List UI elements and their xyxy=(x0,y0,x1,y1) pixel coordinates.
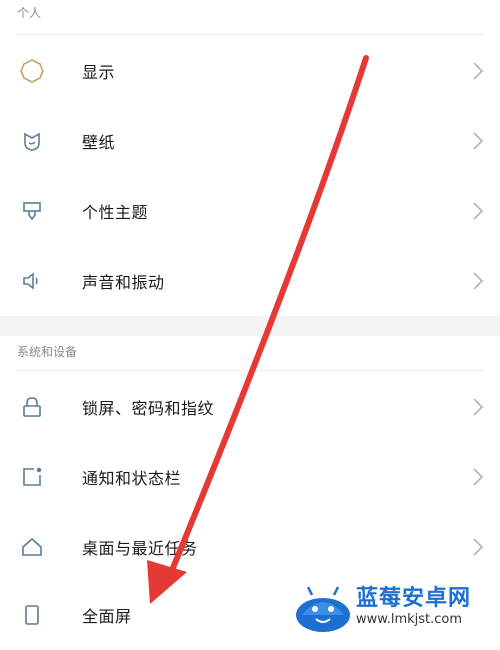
settings-item-label: 桌面与最近任务 xyxy=(82,539,198,558)
settings-item-label: 显示 xyxy=(82,63,116,82)
settings-item-home-screen[interactable]: 桌面与最近任务 xyxy=(0,512,500,582)
home-icon xyxy=(18,533,46,561)
android-mascot-icon xyxy=(294,581,352,633)
notification-icon xyxy=(18,463,46,491)
watermark: 蓝莓安卓网 www.lmkjst.com xyxy=(294,577,494,637)
settings-item-wallpaper[interactable]: 壁纸 xyxy=(0,106,500,176)
section-header-personal: 个人 xyxy=(17,6,42,20)
settings-item-sound[interactable]: 声音和振动 xyxy=(0,246,500,316)
settings-item-notifications[interactable]: 通知和状态栏 xyxy=(0,442,500,512)
settings-item-label: 全面屏 xyxy=(82,607,132,626)
chevron-right-icon xyxy=(470,395,486,419)
settings-item-themes[interactable]: 个性主题 xyxy=(0,176,500,246)
settings-item-label: 锁屏、密码和指纹 xyxy=(82,399,215,418)
chevron-right-icon xyxy=(470,269,486,293)
speaker-icon xyxy=(18,267,46,295)
chevron-right-icon xyxy=(470,535,486,559)
section-header-system: 系统和设备 xyxy=(17,345,78,359)
settings-item-display[interactable]: 显示 xyxy=(0,36,500,106)
wallpaper-icon xyxy=(18,127,46,155)
chevron-right-icon xyxy=(470,465,486,489)
settings-item-label: 壁纸 xyxy=(82,133,116,152)
phone-screen-icon xyxy=(18,601,46,629)
section-divider xyxy=(0,316,500,336)
lock-icon xyxy=(18,393,46,421)
chevron-right-icon xyxy=(470,59,486,83)
theme-brush-icon xyxy=(18,197,46,225)
settings-item-lockscreen[interactable]: 锁屏、密码和指纹 xyxy=(0,372,500,442)
watermark-url: www.lmkjst.com xyxy=(356,612,463,627)
chevron-right-icon xyxy=(470,129,486,153)
brightness-icon xyxy=(18,57,46,85)
settings-item-label: 通知和状态栏 xyxy=(82,469,182,488)
chevron-right-icon xyxy=(470,199,486,223)
settings-item-label: 声音和振动 xyxy=(82,273,165,292)
divider xyxy=(16,34,484,35)
divider xyxy=(16,370,484,371)
watermark-title: 蓝莓安卓网 xyxy=(356,586,472,611)
settings-item-label: 个性主题 xyxy=(82,203,149,222)
